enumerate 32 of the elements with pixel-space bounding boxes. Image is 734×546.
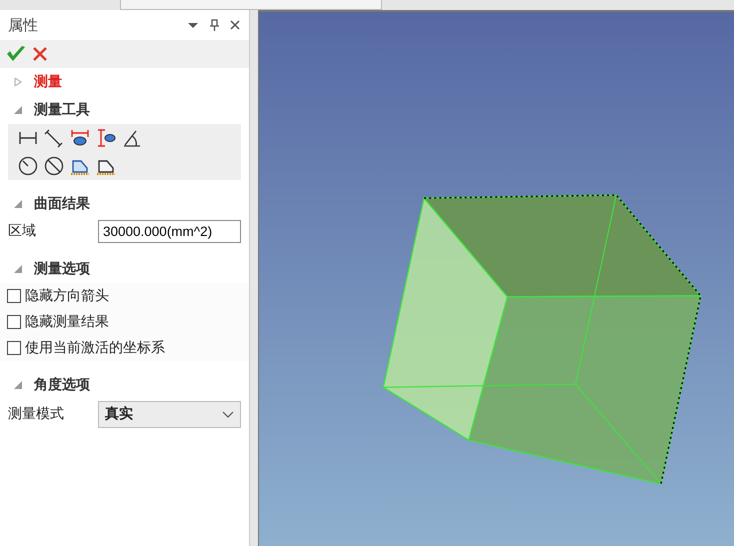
input-field[interactable]: 30000.000(mm^2) [98,220,241,243]
diameter-icon[interactable] [44,156,64,176]
section-header[interactable]: 曲面结果 [34,194,90,214]
collapse-arrow-icon[interactable] [14,381,22,389]
dropdown[interactable]: 真实 [98,401,241,428]
checkbox-label: 隐藏测量结果 [25,312,109,332]
collapse-arrow-icon[interactable] [14,200,22,208]
close-icon[interactable] [229,19,241,31]
section-header[interactable]: 测量工具 [34,100,90,120]
checkbox[interactable] [7,315,21,329]
diagonal-dimension-icon[interactable] [44,128,64,148]
section-header[interactable]: 测量 [34,72,62,92]
checkbox[interactable] [7,289,21,303]
horizontal-eye-icon[interactable] [70,128,90,148]
radius-icon[interactable] [18,156,38,176]
3d-viewport[interactable] [258,10,734,546]
collapse-arrow-icon[interactable] [14,106,22,114]
panel-title: 属性 [8,14,39,36]
checkbox-label: 使用当前激活的坐标系 [25,338,165,358]
checkbox[interactable] [7,341,21,355]
field-label: 区域 [8,222,37,241]
collapse-arrow-icon[interactable] [14,265,22,273]
field-label: 测量模式 [8,405,65,424]
section-header[interactable]: 角度选项 [34,374,90,396]
close-icon[interactable] [32,46,48,62]
check-icon[interactable] [6,45,26,63]
checkbox-label: 隐藏方向箭头 [25,286,109,306]
section-header[interactable]: 测量选项 [34,258,90,280]
angle-icon[interactable] [122,128,142,148]
vertical-eye-icon[interactable] [96,128,116,148]
pin-icon[interactable] [208,19,220,31]
caret-icon [222,410,234,418]
